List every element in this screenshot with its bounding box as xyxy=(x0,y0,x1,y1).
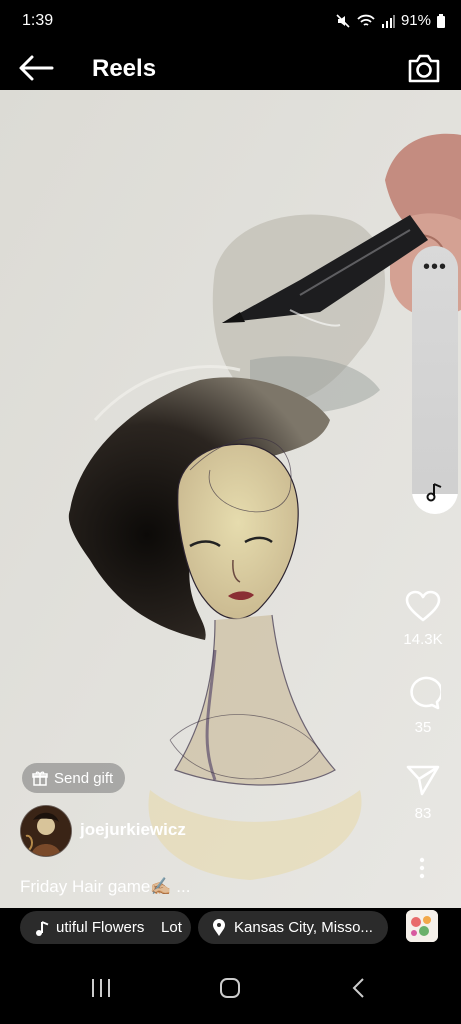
page-title: Reels xyxy=(92,55,157,82)
more-vertical-icon[interactable] xyxy=(414,856,430,880)
send-gift-button[interactable]: Send gift xyxy=(22,763,126,793)
recent-apps-icon[interactable] xyxy=(90,977,112,999)
flowers-thumbnail-image xyxy=(406,910,438,942)
music-note-icon[interactable] xyxy=(426,482,444,502)
share-action[interactable]: 83 xyxy=(394,764,452,822)
music-note-icon xyxy=(36,920,49,936)
signal-icon xyxy=(381,14,395,28)
wifi-icon xyxy=(357,14,375,26)
location-chip[interactable]: Kansas City, Misso... xyxy=(198,911,388,944)
location-pin-icon xyxy=(213,918,225,936)
avatar-image xyxy=(21,806,71,856)
audio-scroll-pill[interactable]: ••• xyxy=(412,246,458,514)
home-icon[interactable] xyxy=(219,977,241,999)
system-nav-bar xyxy=(0,955,461,1024)
battery-icon xyxy=(437,13,445,28)
username[interactable]: joejurkiewicz xyxy=(80,820,186,840)
music-chip[interactable]: utiful Flowers Lot xyxy=(20,911,191,944)
send-icon[interactable] xyxy=(405,764,441,796)
comment-icon[interactable] xyxy=(405,676,443,710)
like-action[interactable]: 14.3K xyxy=(394,590,452,648)
battery-percent: 91% xyxy=(400,12,431,29)
share-count: 83 xyxy=(414,805,432,822)
comment-count: 35 xyxy=(414,719,432,736)
status-time: 1:39 xyxy=(22,12,54,29)
avatar[interactable] xyxy=(20,805,72,857)
back-arrow-icon[interactable] xyxy=(18,54,54,82)
audio-thumbnail[interactable] xyxy=(406,910,438,942)
more-horizontal-icon[interactable]: ••• xyxy=(423,257,447,277)
send-gift-label: Send gift xyxy=(54,769,114,787)
like-count: 14.3K xyxy=(403,631,443,648)
status-icons: 91% xyxy=(335,12,445,29)
caption[interactable]: Friday Hair game✍🏼 ... xyxy=(20,877,190,897)
comment-action[interactable]: 35 xyxy=(394,676,452,736)
system-back-icon[interactable] xyxy=(351,977,367,999)
top-bar: Reels xyxy=(0,44,461,90)
gift-icon xyxy=(32,771,48,786)
location-name: Kansas City, Misso... xyxy=(234,919,373,936)
mute-icon xyxy=(336,13,350,28)
status-bar: 1:39 91% xyxy=(0,0,461,44)
camera-icon[interactable] xyxy=(407,52,441,84)
heart-icon[interactable] xyxy=(405,590,441,622)
music-title: utiful Flowers Lot xyxy=(56,919,182,936)
